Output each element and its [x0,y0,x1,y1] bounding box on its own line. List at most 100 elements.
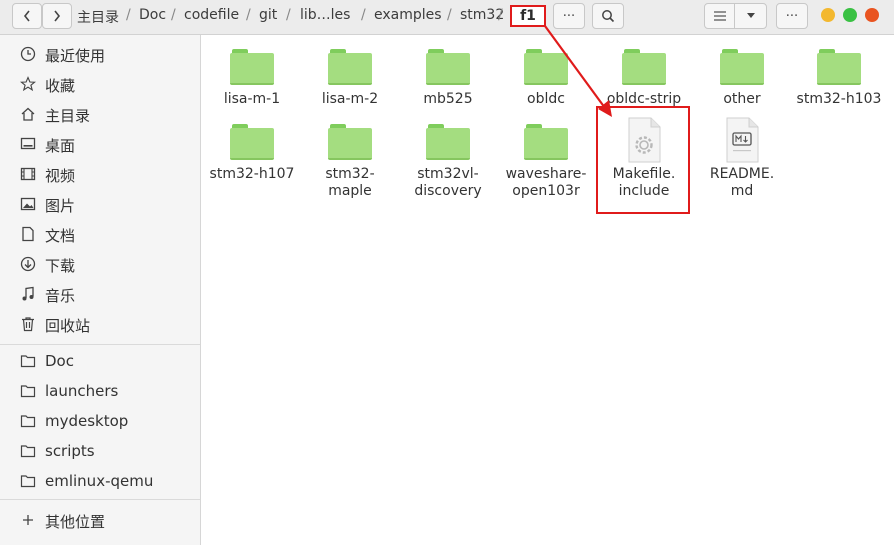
minimize-button[interactable] [821,8,835,22]
sidebar-item-trash[interactable]: 回收站 [0,310,200,338]
sidebar-item-recent[interactable]: 最近使用 [0,40,200,68]
breadcrumb-separator: / [286,7,291,23]
clock-icon [20,46,36,62]
sidebar-item-desktop[interactable]: 桌面 [0,130,200,158]
sidebar-item-label: 桌面 [45,137,76,155]
music-icon [22,286,34,301]
file-item-folder[interactable]: stm32vl- discovery [399,124,497,204]
sidebar-item-home[interactable]: 主目录 [0,100,200,128]
file-name: lisa-m-2 [321,91,379,107]
folder-icon [20,415,36,428]
folder-icon [20,385,36,398]
breadcrumb-separator: / [498,7,503,23]
breadcrumb-item-git[interactable]: git [259,7,277,23]
sidebar-item-label: 主目录 [45,107,91,125]
back-button[interactable] [12,3,42,29]
file-name: obldc [527,91,565,107]
folder-icon [20,475,36,488]
folder-icon [20,355,36,368]
folder-icon [328,124,372,160]
trash-icon [22,317,34,332]
sidebar: 最近使用 收藏 主目录 桌面 视频 图片 文档 下载 音乐 回收站 Doc la… [0,35,201,545]
menu-button[interactable]: ··· [776,3,808,29]
file-item-folder[interactable]: mb525 [399,49,497,129]
breadcrumb-separator: / [447,7,452,23]
sidebar-item-documents[interactable]: 文档 [0,220,200,248]
breadcrumb-separator: / [171,7,176,23]
breadcrumb-separator: / [361,7,366,23]
sidebar-item-bookmark-launchers[interactable]: launchers [0,377,200,405]
search-icon [602,10,615,23]
file-name: stm32- maple [325,166,375,199]
sidebar-item-music[interactable]: 音乐 [0,280,200,308]
breadcrumb-separator: / [246,7,251,23]
image-icon [20,197,36,211]
star-icon [20,76,36,92]
file-grid: lisa-m-1 lisa-m-2 mb525 obldc obldc-stri… [201,35,894,545]
chevron-left-icon [23,10,30,22]
file-name: README. md [709,166,775,199]
sidebar-item-label: 收藏 [45,77,76,95]
folder-icon [524,49,568,85]
file-name: stm32-h107 [209,166,295,182]
header-bar: 主目录 / Doc / codefile / git / lib…les / e… [0,0,894,35]
breadcrumb-item-codefile[interactable]: codefile [184,7,239,23]
plus-icon [23,515,33,525]
sidebar-item-label: 下载 [45,257,76,275]
folder-icon [328,49,372,85]
list-icon [713,11,726,21]
file-name: stm32-h103 [796,91,882,107]
search-button[interactable] [592,3,624,29]
folder-icon [426,124,470,160]
download-icon [20,256,36,272]
sidebar-item-label: 音乐 [45,287,76,305]
close-button[interactable] [865,8,879,22]
file-item-folder[interactable]: stm32-h103 [790,49,888,129]
view-options-button[interactable] [734,3,767,29]
sidebar-item-bookmark-scripts[interactable]: scripts [0,437,200,465]
maximize-button[interactable] [843,8,857,22]
sidebar-item-label: Doc [45,352,74,370]
forward-button[interactable] [42,3,72,29]
folder-icon [230,124,274,160]
sidebar-item-label: emlinux-qemu [45,472,154,490]
breadcrumb-current-f1[interactable]: f1 [510,5,546,27]
folder-icon [622,49,666,85]
sidebar-item-starred[interactable]: 收藏 [0,70,200,98]
sidebar-item-videos[interactable]: 视频 [0,160,200,188]
sidebar-item-label: launchers [45,382,119,400]
sidebar-item-label: mydesktop [45,412,129,430]
file-item-folder[interactable]: waveshare- open103r [497,124,595,204]
caret-down-icon [746,13,755,18]
folder-icon [20,445,36,458]
file-name: stm32vl- discovery [414,166,482,199]
file-item-readme[interactable]: README. md [693,117,791,207]
sidebar-item-pictures[interactable]: 图片 [0,190,200,218]
sidebar-item-bookmark-mydesktop[interactable]: mydesktop [0,407,200,435]
file-item-folder[interactable]: obldc [497,49,595,129]
file-name: waveshare- open103r [505,166,587,199]
file-item-folder[interactable]: lisa-m-2 [301,49,399,129]
sidebar-item-downloads[interactable]: 下载 [0,250,200,278]
breadcrumb-item-home[interactable]: 主目录 [77,7,119,27]
folder-icon [230,49,274,85]
breadcrumb-item-doc[interactable]: Doc [139,7,166,23]
file-item-folder[interactable]: stm32- maple [301,124,399,204]
file-name: other [723,91,761,107]
file-name: mb525 [423,91,473,107]
path-more-button[interactable]: ··· [553,3,585,29]
sidebar-item-bookmark-emlinux-qemu[interactable]: emlinux-qemu [0,467,200,495]
breadcrumb-item-examples[interactable]: examples [374,7,442,23]
video-icon [20,167,36,181]
file-item-folder[interactable]: stm32-h107 [203,124,301,204]
sidebar-divider [0,344,200,345]
file-item-folder[interactable]: lisa-m-1 [203,49,301,129]
sidebar-item-label: scripts [45,442,95,460]
breadcrumb-item-libfiles[interactable]: lib…les [300,7,350,23]
markdown-file-icon [726,117,759,163]
desktop-icon [20,137,36,150]
sidebar-item-bookmark-doc[interactable]: Doc [0,347,200,375]
list-view-button[interactable] [704,3,735,29]
sidebar-item-label: 回收站 [45,317,91,335]
sidebar-item-other-locations[interactable]: 其他位置 [0,506,200,534]
